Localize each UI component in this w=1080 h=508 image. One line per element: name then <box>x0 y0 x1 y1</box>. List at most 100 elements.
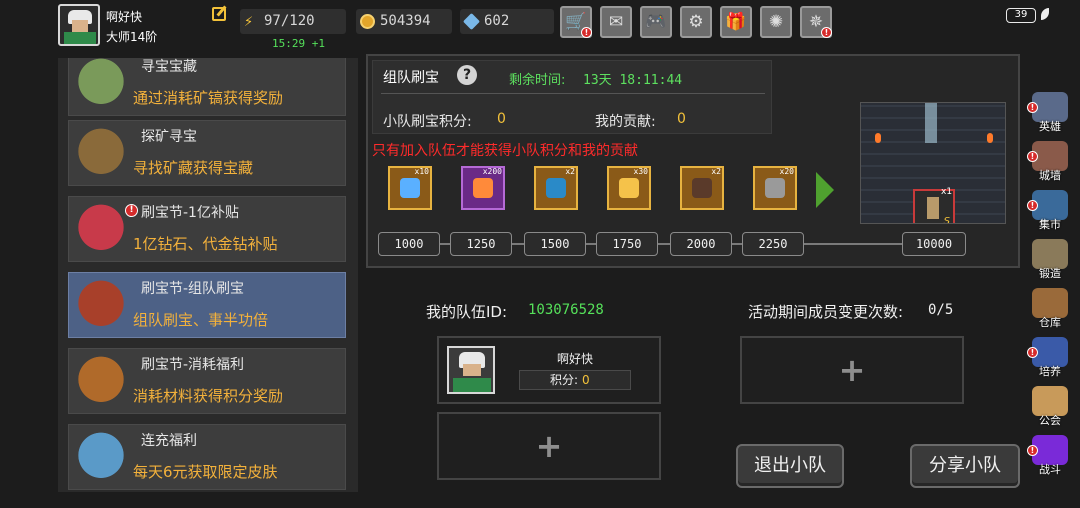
event-item[interactable]: ! 刷宝节-1亿补贴 1亿钻石、代金钻补贴 <box>68 196 346 262</box>
milestone-value: 10000 <box>902 232 966 256</box>
member-score: 积分: 0 <box>519 370 631 390</box>
nav-battle-portal[interactable]: ! 战斗 <box>1026 435 1074 481</box>
player-avatar[interactable] <box>58 4 100 46</box>
pinwheel-button[interactable]: ✺ <box>760 6 792 38</box>
event-description: 消耗材料获得积分奖励 <box>133 387 284 405</box>
event-item[interactable]: 刷宝节-组队刷宝 组队刷宝、事半功倍 <box>68 272 346 338</box>
alert-badge-icon: ! <box>1027 347 1038 358</box>
nav-hero-helmet[interactable]: ! 英雄 <box>1026 92 1074 138</box>
member-avatar <box>447 346 495 394</box>
event-title: 探矿寻宝 <box>141 129 197 145</box>
milestone-value: 1250 <box>450 232 512 256</box>
member-name: 啊好快 <box>557 352 594 366</box>
power-saving-icon <box>1041 8 1049 20</box>
event-description: 每天6元获取限定皮肤 <box>133 463 278 481</box>
team-score-label: 小队刷宝积分: <box>383 114 472 130</box>
contribution-label: 我的贡献: <box>595 114 656 130</box>
edit-name-icon[interactable] <box>212 7 226 21</box>
reward-count: x2 <box>711 167 721 176</box>
event-icon <box>73 127 129 181</box>
event-item[interactable]: 刷宝节-消耗福利 消耗材料获得积分奖励 <box>68 348 346 414</box>
alert-badge-icon: ! <box>1027 445 1038 456</box>
member-score-value: 0 <box>582 373 590 387</box>
golden-egg-icon <box>619 178 639 198</box>
gear-icon: ⚙ <box>688 12 704 32</box>
torch-icon <box>987 133 993 143</box>
diamond-icon <box>463 13 480 30</box>
leave-team-button[interactable]: 退出小队 <box>736 444 844 488</box>
event-icon <box>73 355 129 409</box>
reward-count: x200 <box>482 167 502 176</box>
energy-counter[interactable]: ⚡ 97/120 <box>240 9 346 34</box>
team-score-value: 0 <box>497 111 506 127</box>
add-member-plus-icon: + <box>838 351 866 389</box>
event-title: 连充福利 <box>141 433 197 449</box>
spellbook-icon <box>546 178 566 198</box>
event-item[interactable]: 寻宝宝藏 通过消耗矿镐获得奖励 <box>68 58 346 116</box>
share-team-button[interactable]: 分享小队 <box>910 444 1020 488</box>
nav-anvil-hammer[interactable]: 锻造 <box>1026 239 1074 285</box>
energy-value: 97/120 <box>264 13 315 29</box>
next-arrow-icon[interactable] <box>816 172 834 208</box>
event-item[interactable]: 连充福利每天6元获取限定皮肤 <box>68 424 346 490</box>
reward-count: x2 <box>565 167 575 176</box>
team-treasure-panel: 组队刷宝 ? 剩余时间: 13天 18:11:44 小队刷宝积分: 0 我的贡献… <box>366 54 1020 268</box>
torch-icon <box>875 133 881 143</box>
shop-cart-button[interactable]: 🛒! <box>560 6 592 38</box>
mail-button[interactable]: ✉ <box>600 6 632 38</box>
divider <box>381 93 765 94</box>
help-icon[interactable]: ? <box>457 65 477 85</box>
team-id-label: 我的队伍ID: <box>426 303 508 321</box>
nav-warehouse[interactable]: 仓库 <box>1026 288 1074 334</box>
gift-button[interactable]: 🎁 <box>720 6 752 38</box>
event-icon <box>73 203 129 257</box>
gold-coin-icon <box>360 14 375 29</box>
nav-trophy[interactable]: ! 培养 <box>1026 337 1074 383</box>
event-description: 寻找矿藏获得宝藏 <box>133 159 254 177</box>
fireworks-button[interactable]: ✵! <box>800 6 832 38</box>
gamepad-button[interactable]: 🎮 <box>640 6 672 38</box>
event-icon <box>73 431 129 485</box>
energy-timer: 15:29 +1 <box>272 37 325 50</box>
hammer-icon <box>765 178 785 198</box>
reward-slot[interactable]: x20 <box>753 166 797 210</box>
event-title: 刷宝节-1亿补贴 <box>141 205 239 221</box>
member-slot-1[interactable]: 啊好快 积分: 0 <box>437 336 661 404</box>
mail-icon: ✉ <box>608 12 624 32</box>
reward-slot[interactable]: x2 <box>680 166 724 210</box>
event-description: 1亿钻石、代金钻补贴 <box>133 235 278 253</box>
gear-button[interactable]: ⚙ <box>680 6 712 38</box>
event-item[interactable]: 探矿寻宝寻找矿藏获得宝藏 <box>68 120 346 186</box>
nav-city-wall[interactable]: ! 城墙 <box>1026 141 1074 187</box>
event-icon <box>73 58 129 111</box>
lightning-scroll-icon <box>400 178 420 198</box>
member-slot-2[interactable]: + <box>437 412 661 480</box>
reward-slot[interactable]: x200 <box>461 166 505 210</box>
reward-slot[interactable]: x2 <box>534 166 578 210</box>
gold-counter[interactable]: 504394 <box>356 9 452 34</box>
reward-slot[interactable]: x30 <box>607 166 651 210</box>
nav-label: 公会 <box>1039 414 1061 427</box>
nav-label: 英雄 <box>1039 120 1061 133</box>
contribution-value: 0 <box>677 111 686 127</box>
reward-slot[interactable]: x10 <box>388 166 432 210</box>
event-title: 寻宝宝藏 <box>141 59 197 75</box>
nav-label: 战斗 <box>1039 463 1061 476</box>
nav-market[interactable]: ! 集市 <box>1026 190 1074 236</box>
event-description: 组队刷宝、事半功倍 <box>133 311 269 329</box>
member-slot-3[interactable]: + <box>740 336 964 404</box>
grand-prize-preview[interactable]: S x1 <box>860 102 1006 224</box>
milestone-value: 2250 <box>742 232 804 256</box>
energy-bolt-icon: ⚡ <box>244 12 254 30</box>
gamepad-icon: 🎮 <box>645 12 667 32</box>
player-rank: 大师14阶 <box>106 30 158 44</box>
battery-indicator: 39 <box>1006 8 1036 23</box>
gem-counter[interactable]: 602 <box>460 9 554 34</box>
nav-guild-lion[interactable]: 公会 <box>1026 386 1074 432</box>
alert-badge-icon: ! <box>581 27 592 38</box>
milestone-value: 2000 <box>670 232 732 256</box>
event-list[interactable]: 寻宝宝藏 通过消耗矿镐获得奖励 探矿寻宝 寻找矿藏获得宝藏! 刷宝节-1亿补贴 1亿钻石、… <box>58 58 358 492</box>
fire-claw-icon <box>473 178 493 198</box>
info-box: 组队刷宝 ? 剩余时间: 13天 18:11:44 小队刷宝积分: 0 我的贡献… <box>372 60 772 134</box>
remaining-time-label: 剩余时间: <box>509 73 566 88</box>
